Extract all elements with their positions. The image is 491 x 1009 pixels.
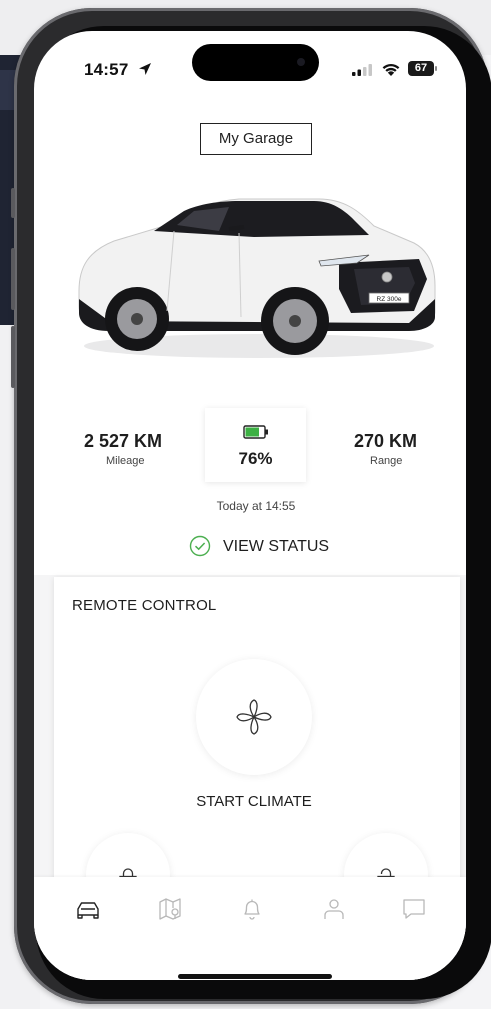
range-value: 270 KM bbox=[354, 431, 418, 451]
front-camera bbox=[297, 58, 305, 66]
action-button bbox=[11, 188, 15, 218]
start-climate-button[interactable] bbox=[196, 659, 312, 775]
fan-icon bbox=[236, 699, 272, 735]
volume-up-button bbox=[11, 248, 15, 310]
car-icon[interactable] bbox=[74, 895, 102, 923]
battery-tip bbox=[435, 66, 437, 71]
home-indicator[interactable] bbox=[178, 974, 332, 979]
map-icon[interactable] bbox=[156, 895, 184, 923]
start-climate-label: START CLIMATE bbox=[196, 793, 312, 810]
check-circle-icon bbox=[189, 535, 211, 557]
tab-bar bbox=[34, 877, 466, 980]
bell-icon[interactable] bbox=[238, 895, 266, 923]
my-garage-button[interactable]: My Garage bbox=[200, 123, 312, 155]
mileage-label: Mileage bbox=[106, 455, 145, 467]
remote-control-card: REMOTE CONTROL START CLIMATE bbox=[54, 577, 460, 917]
profile-icon[interactable] bbox=[320, 895, 348, 923]
chat-icon[interactable] bbox=[400, 895, 428, 923]
battery-card[interactable]: 76% bbox=[205, 408, 306, 482]
mileage-value: 2 527 KM bbox=[84, 431, 163, 451]
signal-icon bbox=[352, 64, 372, 76]
battery-percentage: 76% bbox=[238, 449, 273, 468]
volume-down-button bbox=[11, 326, 15, 388]
last-updated-time: Today at 14:55 bbox=[216, 499, 296, 513]
license-plate: RZ 300e bbox=[377, 296, 402, 303]
phone-screen: 14:57 67 My Garage RZ 300e 2 527 KM Mile… bbox=[34, 31, 466, 980]
status-time: 14:57 bbox=[84, 60, 129, 79]
range-label: Range bbox=[370, 455, 403, 467]
battery-icon: 67 bbox=[408, 61, 434, 76]
ev-battery-icon bbox=[243, 425, 268, 439]
vehicle-image: RZ 300e bbox=[78, 198, 436, 358]
location-arrow-icon bbox=[139, 63, 151, 75]
wifi-icon bbox=[382, 63, 400, 76]
remote-control-title: REMOTE CONTROL bbox=[72, 597, 217, 614]
view-status-label: VIEW STATUS bbox=[223, 538, 330, 555]
